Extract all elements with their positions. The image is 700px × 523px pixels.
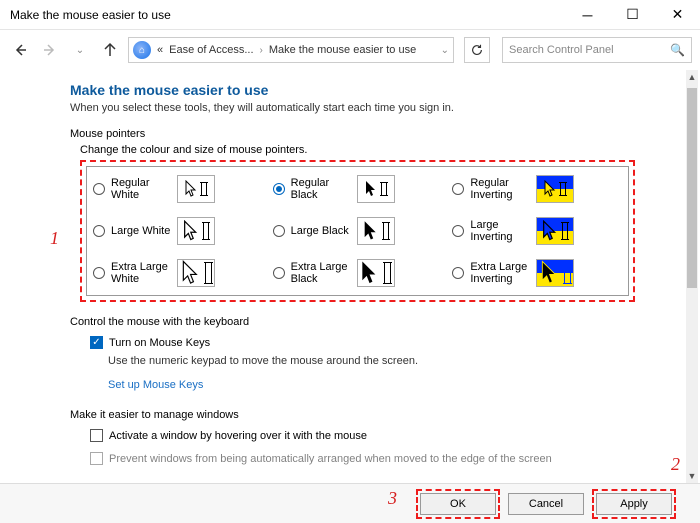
vertical-scrollbar[interactable]: ▲ ▼ — [686, 70, 698, 483]
pointer-option-large-black[interactable]: Large Black — [273, 217, 443, 245]
preview-regular-white — [177, 175, 215, 203]
preview-large-black — [357, 217, 395, 245]
search-icon: 🔍 — [670, 43, 685, 57]
radio-regular-white[interactable] — [93, 183, 105, 195]
mouse-keys-checkbox-row[interactable]: ✓ Turn on Mouse Keys — [90, 336, 686, 349]
scroll-down-icon[interactable]: ▼ — [686, 469, 698, 483]
label-regular-inverting: Regular Inverting — [470, 177, 530, 201]
ok-button[interactable]: OK — [420, 493, 496, 515]
hover-checkbox[interactable] — [90, 429, 103, 442]
scroll-up-icon[interactable]: ▲ — [686, 70, 698, 84]
pointer-option-large-inverting[interactable]: Large Inverting — [452, 217, 622, 245]
annotation-3: 3 — [388, 488, 397, 509]
label-xlarge-white: Extra Large White — [111, 261, 171, 285]
refresh-button[interactable] — [464, 37, 490, 63]
radio-xlarge-inverting[interactable] — [452, 267, 464, 279]
content-area: Make the mouse easier to use When you se… — [0, 70, 686, 483]
setup-mouse-keys-link[interactable]: Set up Mouse Keys — [108, 379, 203, 391]
radio-large-white[interactable] — [93, 225, 105, 237]
preview-regular-black — [357, 175, 395, 203]
nav-bar: ⌄ ⌂ « Ease of Access... › Make the mouse… — [0, 30, 700, 70]
breadcrumb-seg2[interactable]: Make the mouse easier to use — [269, 44, 416, 56]
keyboard-section-label: Control the mouse with the keyboard — [70, 316, 686, 328]
snap-label: Prevent windows from being automatically… — [109, 453, 552, 465]
annotation-1: 1 — [50, 228, 59, 249]
arrow-up-icon — [102, 42, 118, 58]
pointer-option-xlarge-black[interactable]: Extra Large Black — [273, 259, 443, 287]
search-input[interactable]: Search Control Panel 🔍 — [502, 37, 692, 63]
hover-checkbox-row[interactable]: Activate a window by hovering over it wi… — [90, 429, 686, 442]
pointer-option-regular-black[interactable]: Regular Black — [273, 175, 443, 203]
scroll-thumb[interactable] — [687, 88, 697, 288]
forward-button[interactable] — [38, 38, 62, 62]
arrow-right-icon — [42, 42, 58, 58]
search-placeholder: Search Control Panel — [509, 44, 670, 56]
arrow-left-icon — [12, 42, 28, 58]
page-heading: Make the mouse easier to use — [70, 82, 686, 98]
preview-xlarge-inverting — [536, 259, 574, 287]
cancel-button[interactable]: Cancel — [508, 493, 584, 515]
snap-checkbox[interactable] — [90, 452, 103, 465]
mouse-keys-checkbox[interactable]: ✓ — [90, 336, 103, 349]
label-xlarge-black: Extra Large Black — [291, 261, 351, 285]
preview-xlarge-black — [357, 259, 395, 287]
label-large-white: Large White — [111, 225, 171, 237]
chevron-down-icon[interactable]: ⌄ — [441, 45, 449, 56]
window-title: Make the mouse easier to use — [10, 8, 565, 22]
maximize-button[interactable]: ☐ — [610, 0, 655, 30]
label-regular-white: Regular White — [111, 177, 171, 201]
pointers-sublabel: Change the colour and size of mouse poin… — [80, 144, 686, 156]
chevron-right-icon: › — [260, 45, 263, 56]
label-xlarge-inverting: Extra Large Inverting — [470, 261, 530, 285]
back-button[interactable] — [8, 38, 32, 62]
apply-button[interactable]: Apply — [596, 493, 672, 515]
label-large-black: Large Black — [291, 225, 351, 237]
preview-large-white — [177, 217, 215, 245]
mouse-pointers-label: Mouse pointers — [70, 128, 686, 140]
radio-large-inverting[interactable] — [452, 225, 464, 237]
preview-xlarge-white — [177, 259, 215, 287]
radio-xlarge-black[interactable] — [273, 267, 285, 279]
hover-label: Activate a window by hovering over it wi… — [109, 430, 367, 442]
title-bar: Make the mouse easier to use ─ ☐ ✕ — [0, 0, 700, 30]
pointer-option-xlarge-white[interactable]: Extra Large White — [93, 259, 263, 287]
mouse-keys-label: Turn on Mouse Keys — [109, 337, 210, 349]
preview-regular-inverting — [536, 175, 574, 203]
recent-dropdown[interactable]: ⌄ — [68, 38, 92, 62]
radio-regular-black[interactable] — [273, 183, 285, 195]
dialog-button-bar: 3 OK Cancel Apply — [0, 483, 700, 523]
breadcrumb-prefix: « — [157, 44, 163, 56]
page-subheading: When you select these tools, they will a… — [70, 102, 686, 114]
pointer-options-highlight: Regular White Regular Black — [80, 160, 635, 302]
label-regular-black: Regular Black — [291, 177, 351, 201]
windows-section-label: Make it easier to manage windows — [70, 409, 686, 421]
close-button[interactable]: ✕ — [655, 0, 700, 30]
apply-button-highlight: Apply — [592, 489, 676, 519]
refresh-icon — [470, 43, 484, 57]
mouse-keys-description: Use the numeric keypad to move the mouse… — [108, 355, 686, 367]
label-large-inverting: Large Inverting — [470, 219, 530, 243]
preview-large-inverting — [536, 217, 574, 245]
pointer-option-xlarge-inverting[interactable]: Extra Large Inverting — [452, 259, 622, 287]
breadcrumb[interactable]: ⌂ « Ease of Access... › Make the mouse e… — [128, 37, 454, 63]
pointer-option-regular-white[interactable]: Regular White — [93, 175, 263, 203]
snap-checkbox-row[interactable]: Prevent windows from being automatically… — [90, 452, 686, 465]
minimize-button[interactable]: ─ — [565, 0, 610, 30]
pointer-options-panel: Regular White Regular Black — [86, 166, 629, 296]
breadcrumb-seg1[interactable]: Ease of Access... — [169, 44, 253, 56]
ok-button-highlight: OK — [416, 489, 500, 519]
control-panel-icon: ⌂ — [133, 41, 151, 59]
pointer-option-large-white[interactable]: Large White — [93, 217, 263, 245]
pointer-option-regular-inverting[interactable]: Regular Inverting — [452, 175, 622, 203]
radio-xlarge-white[interactable] — [93, 267, 105, 279]
radio-large-black[interactable] — [273, 225, 285, 237]
radio-regular-inverting[interactable] — [452, 183, 464, 195]
annotation-2: 2 — [671, 454, 680, 475]
up-button[interactable] — [98, 38, 122, 62]
